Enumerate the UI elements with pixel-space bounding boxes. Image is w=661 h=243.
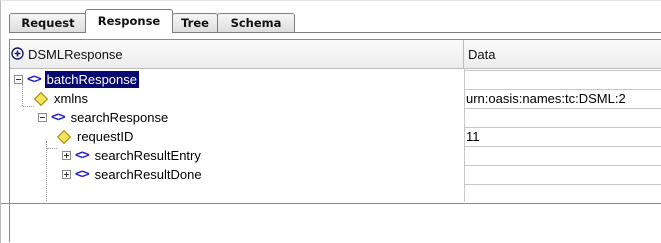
data-cell[interactable] bbox=[465, 108, 661, 127]
tree-node-searchresponse[interactable]: <> searchResponse bbox=[38, 108, 170, 127]
tab-schema[interactable]: Schema bbox=[217, 13, 295, 32]
node-label[interactable]: searchResponse bbox=[69, 109, 171, 126]
data-column-header[interactable]: Data bbox=[468, 47, 495, 62]
tree-node-searchresultentry[interactable]: <> searchResultEntry bbox=[62, 146, 203, 165]
attribute-diamond-icon bbox=[56, 129, 72, 144]
tree-node-xmlns[interactable]: xmlns bbox=[33, 89, 90, 108]
expand-toggle-icon[interactable] bbox=[62, 151, 71, 160]
element-brackets-icon: <> bbox=[75, 148, 90, 163]
panel-bottom-border bbox=[1, 203, 661, 204]
node-label[interactable]: searchResultDone bbox=[93, 166, 204, 183]
attribute-diamond-icon bbox=[33, 91, 49, 106]
expand-toggle-icon[interactable] bbox=[62, 170, 71, 179]
table-row[interactable]: <> searchResponse bbox=[10, 108, 661, 127]
table-header: DSMLResponse Data bbox=[10, 40, 661, 69]
node-label[interactable]: batchResponse bbox=[44, 71, 139, 88]
node-label[interactable]: xmlns bbox=[52, 90, 90, 107]
tree-column-header[interactable]: DSMLResponse bbox=[10, 40, 464, 68]
tree-table[interactable]: DSMLResponse Data <> batchResponse xmlns… bbox=[9, 39, 661, 242]
data-cell[interactable]: urn:oasis:names:tc:DSML:2 bbox=[465, 89, 661, 108]
element-brackets-icon: <> bbox=[51, 110, 66, 125]
tab-response[interactable]: Response bbox=[85, 9, 173, 33]
table-row[interactable]: xmlns urn:oasis:names:tc:DSML:2 bbox=[10, 89, 661, 108]
tree-rows: <> batchResponse xmlns urn:oasis:names:t… bbox=[10, 70, 661, 184]
table-row[interactable]: requestID 11 bbox=[10, 127, 661, 146]
tree-node-searchresultdone[interactable]: <> searchResultDone bbox=[62, 165, 204, 184]
data-cell[interactable]: 11 bbox=[465, 127, 661, 146]
data-cell[interactable] bbox=[465, 146, 661, 165]
element-brackets-icon: <> bbox=[75, 167, 90, 182]
data-column-bottom-border bbox=[465, 184, 661, 185]
tree-column-title: DSMLResponse bbox=[28, 47, 123, 62]
data-cell[interactable] bbox=[465, 165, 661, 184]
tab-request[interactable]: Request bbox=[9, 13, 87, 32]
plus-circle-icon[interactable] bbox=[11, 47, 24, 60]
collapse-toggle-icon[interactable] bbox=[38, 113, 47, 122]
tab-tree[interactable]: Tree bbox=[172, 13, 218, 32]
tree-node-requestid[interactable]: requestID bbox=[56, 127, 135, 146]
node-label[interactable]: requestID bbox=[75, 128, 135, 145]
table-row[interactable]: <> searchResultDone bbox=[10, 165, 661, 184]
element-brackets-icon: <> bbox=[27, 72, 42, 87]
node-label[interactable]: searchResultEntry bbox=[93, 147, 203, 164]
tree-node-batchresponse[interactable]: <> batchResponse bbox=[14, 70, 139, 89]
dsml-response-viewer: Request Response Tree Schema DSMLRespons… bbox=[0, 0, 661, 243]
active-tab-gap bbox=[86, 32, 172, 33]
collapse-toggle-icon[interactable] bbox=[14, 75, 23, 84]
table-row[interactable]: <> batchResponse bbox=[10, 70, 661, 89]
table-row[interactable]: <> searchResultEntry bbox=[10, 146, 661, 165]
data-cell[interactable] bbox=[465, 70, 661, 89]
